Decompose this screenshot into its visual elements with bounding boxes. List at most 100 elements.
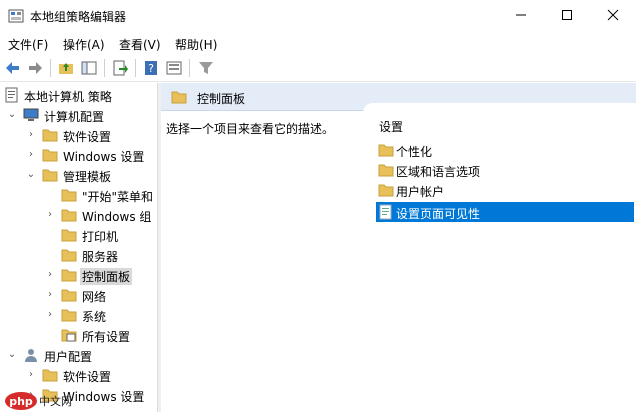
all-settings-icon bbox=[61, 329, 77, 342]
folder-icon bbox=[61, 209, 77, 222]
chevron-right-icon[interactable]: › bbox=[26, 129, 36, 141]
list-item-user-accounts[interactable]: 用户帐户 bbox=[376, 180, 634, 200]
folder-icon bbox=[171, 91, 187, 104]
maximize-button[interactable] bbox=[544, 0, 590, 30]
tree-item-computer-configuration[interactable]: ⌄ 计算机配置 bbox=[0, 105, 157, 125]
svg-text:php: php bbox=[9, 395, 33, 408]
folder-icon bbox=[61, 229, 77, 242]
filter-icon bbox=[199, 62, 213, 74]
chevron-right-icon[interactable]: › bbox=[45, 209, 55, 221]
back-arrow-icon bbox=[6, 62, 19, 74]
console-tree: 本地计算机 策略 ⌄ 计算机配置 › 软件设置 › Windows 设置 ⌄ 管… bbox=[0, 83, 157, 412]
folder-icon bbox=[378, 144, 394, 157]
list-item-regional-language[interactable]: 区域和语言选项 bbox=[376, 160, 634, 180]
folder-icon bbox=[42, 149, 58, 162]
chevron-right-icon[interactable]: › bbox=[45, 289, 55, 301]
back-button[interactable] bbox=[4, 59, 22, 77]
svg-text:?: ? bbox=[148, 62, 154, 75]
settings-list: 设置 个性化 区域和语言选项 用户帐户 设置页面可见性 bbox=[363, 103, 636, 412]
folder-icon bbox=[42, 169, 58, 182]
description-text: 选择一个项目来查看它的描述。 bbox=[166, 122, 335, 136]
chevron-right-icon[interactable]: › bbox=[45, 269, 55, 281]
properties-icon bbox=[166, 61, 182, 75]
chevron-right-icon[interactable]: › bbox=[26, 369, 36, 381]
minimize-icon bbox=[516, 14, 526, 16]
filter-button[interactable] bbox=[197, 59, 215, 77]
forward-arrow-icon bbox=[29, 62, 42, 74]
extended-view-button[interactable] bbox=[165, 59, 183, 77]
menu-file[interactable]: 文件(F) bbox=[8, 36, 48, 53]
tree-item-user-configuration[interactable]: ⌄ 用户配置 bbox=[0, 345, 157, 365]
details-pane: 控制面板 选择一个项目来查看它的描述。 设置 个性化 区域和语言选项 用户帐户 … bbox=[161, 83, 636, 412]
folder-up-icon bbox=[59, 63, 73, 74]
chevron-right-icon[interactable]: › bbox=[26, 149, 36, 161]
tree-item-label: 系统 bbox=[82, 310, 107, 324]
column-header-settings[interactable]: 设置 bbox=[379, 118, 403, 135]
folder-icon bbox=[61, 309, 77, 322]
show-hide-tree-button[interactable] bbox=[80, 59, 98, 77]
help-button[interactable]: ? bbox=[142, 59, 160, 77]
export-list-button[interactable] bbox=[111, 59, 129, 77]
minimize-button[interactable] bbox=[498, 0, 544, 30]
folder-icon bbox=[61, 289, 77, 302]
tree-item-label: "开始"菜单和 bbox=[82, 190, 154, 204]
menu-view[interactable]: 查看(V) bbox=[119, 36, 161, 53]
up-level-button[interactable] bbox=[57, 59, 75, 77]
tree-item-label: 网络 bbox=[82, 290, 107, 304]
tree-item-start-menu[interactable]: "开始"菜单和 bbox=[0, 185, 157, 205]
details-header-title: 控制面板 bbox=[197, 92, 246, 106]
list-item-label: 用户帐户 bbox=[396, 185, 445, 199]
tree-item-label: 用户配置 bbox=[44, 350, 93, 364]
tree-item-label: 控制面板 bbox=[80, 268, 133, 285]
list-item-personalization[interactable]: 个性化 bbox=[376, 140, 634, 160]
tree-item-control-panel[interactable]: › 控制面板 bbox=[0, 265, 157, 285]
title-bar: 本地组策略编辑器 bbox=[0, 0, 636, 32]
tree-item-system[interactable]: › 系统 bbox=[0, 305, 157, 325]
maximize-icon bbox=[562, 10, 572, 20]
menu-action[interactable]: 操作(A) bbox=[63, 36, 105, 53]
chevron-down-icon[interactable]: ⌄ bbox=[7, 109, 17, 121]
window-title: 本地组策略编辑器 bbox=[30, 10, 127, 24]
tree-item-windows-components[interactable]: › Windows 组 bbox=[0, 205, 157, 225]
tree-item-administrative-templates[interactable]: ⌄ 管理模板 bbox=[0, 165, 157, 185]
svg-text:中文网: 中文网 bbox=[39, 394, 72, 408]
toolbar: ? bbox=[0, 54, 636, 82]
folder-icon bbox=[378, 184, 394, 197]
forward-button[interactable] bbox=[26, 59, 44, 77]
folder-icon bbox=[42, 129, 58, 142]
tree-item-label: 服务器 bbox=[82, 250, 119, 264]
list-item-label: 个性化 bbox=[396, 145, 433, 159]
tree-item-software-settings[interactable]: › 软件设置 bbox=[0, 125, 157, 145]
group-policy-editor-icon bbox=[8, 9, 24, 23]
menu-help[interactable]: 帮助(H) bbox=[175, 36, 217, 53]
folder-icon bbox=[42, 369, 58, 382]
chevron-right-icon[interactable]: › bbox=[45, 309, 55, 321]
tree-item-label: Windows 组 bbox=[82, 210, 152, 224]
tree-item-label: 软件设置 bbox=[63, 130, 112, 144]
tree-item-label: 计算机配置 bbox=[44, 110, 105, 124]
menu-bar: 文件(F) 操作(A) 查看(V) 帮助(H) bbox=[0, 32, 636, 54]
tree-item-printers[interactable]: 打印机 bbox=[0, 225, 157, 245]
help-icon: ? bbox=[145, 61, 157, 75]
folder-icon bbox=[61, 189, 77, 202]
tree-item-label: 本地计算机 策略 bbox=[24, 90, 112, 104]
tree-item-label: 软件设置 bbox=[63, 370, 112, 384]
tree-item-label: 所有设置 bbox=[82, 330, 131, 344]
tree-item-network[interactable]: › 网络 bbox=[0, 285, 157, 305]
close-button[interactable] bbox=[590, 0, 636, 30]
export-icon bbox=[113, 60, 128, 76]
tree-item-windows-settings[interactable]: › Windows 设置 bbox=[0, 145, 157, 165]
tree-item-all-settings[interactable]: 所有设置 bbox=[0, 325, 157, 345]
tree-item-user-software-settings[interactable]: › 软件设置 bbox=[0, 365, 157, 385]
list-item-label: 区域和语言选项 bbox=[396, 165, 481, 179]
tree-item-label: 打印机 bbox=[82, 230, 119, 244]
folder-icon bbox=[61, 269, 77, 282]
computer-icon bbox=[23, 108, 39, 121]
list-item-settings-page-visibility[interactable]: 设置页面可见性 bbox=[376, 202, 634, 222]
tree-item-server[interactable]: 服务器 bbox=[0, 245, 157, 265]
chevron-down-icon[interactable]: ⌄ bbox=[7, 349, 17, 361]
user-icon bbox=[25, 349, 37, 362]
setting-icon bbox=[379, 204, 392, 220]
chevron-down-icon[interactable]: ⌄ bbox=[26, 169, 36, 181]
tree-item-local-computer-policy[interactable]: 本地计算机 策略 bbox=[0, 85, 157, 105]
